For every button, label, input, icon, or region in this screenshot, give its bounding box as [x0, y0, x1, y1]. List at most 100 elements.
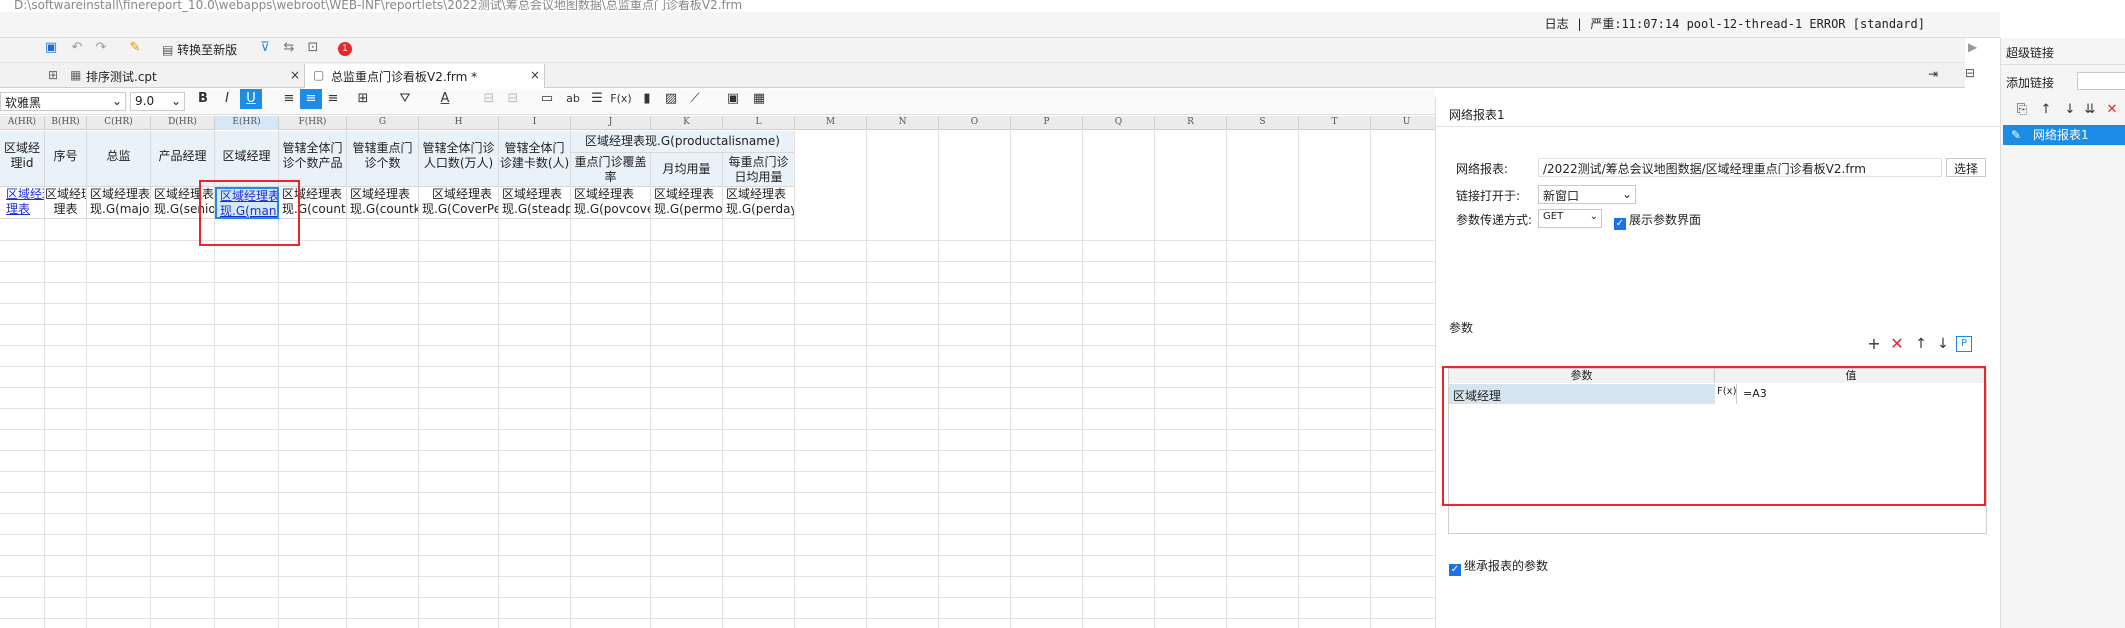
header-cell[interactable]: 序号: [45, 131, 87, 187]
header-cell[interactable]: 区域经理: [215, 131, 279, 187]
align-left-icon[interactable]: ≡: [278, 89, 300, 109]
close-icon[interactable]: ×: [290, 68, 300, 82]
column-header[interactable]: N: [867, 116, 939, 130]
preview-icon[interactable]: ⊡: [302, 38, 324, 58]
column-header[interactable]: B(HR): [45, 116, 87, 130]
data-cell[interactable]: 区域经理表理表: [45, 187, 87, 219]
merge-icon[interactable]: ⊟: [478, 89, 500, 109]
font-color-icon[interactable]: A: [434, 89, 456, 109]
list-icon[interactable]: ☰: [586, 89, 608, 109]
tab-menu-icon[interactable]: ⇥: [1928, 67, 1938, 81]
underline-icon[interactable]: U: [240, 89, 262, 109]
move-up-icon[interactable]: ↑: [1910, 334, 1932, 354]
column-header[interactable]: A(HR): [0, 116, 45, 130]
header-cell[interactable]: 总监: [87, 131, 151, 187]
close-icon[interactable]: ×: [530, 68, 540, 82]
column-header[interactable]: P: [1011, 116, 1083, 130]
data-cell[interactable]: 区域经理表 现.G(perday: [723, 187, 795, 219]
delete-icon[interactable]: ✕: [2101, 100, 2123, 120]
font-name-select[interactable]: 软雅黑 ⌄: [0, 92, 126, 111]
header-cell[interactable]: 每重点门诊日均用量: [723, 153, 795, 187]
tab-dashboard[interactable]: ▢ 总监重点门诊看板V2.frm * ×: [305, 64, 545, 88]
column-header[interactable]: L: [723, 116, 795, 130]
image-icon[interactable]: ▨: [660, 89, 682, 109]
column-header[interactable]: G: [347, 116, 419, 130]
slash-icon[interactable]: ⟋: [684, 89, 706, 109]
inherit-params-checkbox[interactable]: ✓ 继承报表的参数: [1449, 557, 1548, 576]
sort-icon[interactable]: ⇊: [2079, 100, 2101, 120]
param-icon[interactable]: P: [1956, 336, 1972, 352]
column-header[interactable]: J: [571, 116, 651, 130]
formula-icon[interactable]: F(x): [610, 89, 632, 109]
border-icon[interactable]: ⊞: [352, 89, 374, 109]
redo-icon[interactable]: ↷: [90, 38, 112, 58]
chart-icon[interactable]: ▮: [636, 89, 658, 109]
move-down-icon[interactable]: ↓: [1932, 334, 1954, 354]
text-icon[interactable]: ab: [562, 89, 584, 109]
header-cell[interactable]: 区域经理id: [0, 131, 45, 187]
header-cell[interactable]: 月均用量: [651, 153, 723, 187]
column-header[interactable]: O: [939, 116, 1011, 130]
column-header[interactable]: S: [1227, 116, 1299, 130]
spreadsheet[interactable]: A(HR) B(HR) C(HR) D(HR) E(HR) F(HR) G H …: [0, 116, 1435, 628]
copy-icon[interactable]: ⎘: [2011, 100, 2033, 120]
show-params-checkbox[interactable]: ✓ 展示参数界面: [1614, 211, 1701, 230]
column-header[interactable]: H: [419, 116, 499, 130]
column-header[interactable]: I: [499, 116, 571, 130]
layout-icon[interactable]: ⊟: [1965, 66, 1975, 80]
italic-icon[interactable]: I: [216, 89, 238, 109]
add-icon[interactable]: +: [1863, 334, 1885, 354]
column-header[interactable]: T: [1299, 116, 1371, 130]
insert-row-icon[interactable]: ▭: [536, 89, 558, 109]
save-icon[interactable]: ▣: [40, 38, 62, 58]
data-cell[interactable]: 区域经理表 现.G(povcove: [571, 187, 651, 219]
select-button[interactable]: 选择: [1946, 158, 1986, 177]
filter-icon[interactable]: ⊽: [254, 38, 276, 58]
add-link-select[interactable]: [2077, 72, 2125, 90]
fill-color-icon[interactable]: ⛛: [394, 89, 416, 109]
column-header[interactable]: K: [651, 116, 723, 130]
open-select[interactable]: 新窗口 ⌄: [1538, 185, 1636, 204]
column-header[interactable]: Q: [1083, 116, 1155, 130]
bold-icon[interactable]: B: [192, 89, 214, 109]
font-size-select[interactable]: 9.0 ⌄: [130, 92, 185, 111]
align-center-icon[interactable]: ≡: [300, 89, 322, 109]
report-path-field[interactable]: /2022测试/筹总会议地图数据/区域经理重点门诊看板V2.frm: [1538, 158, 1942, 177]
header-cell[interactable]: 产品经理: [151, 131, 215, 187]
column-header[interactable]: D(HR): [151, 116, 215, 130]
convert-button[interactable]: ▤ 转换至新版: [162, 41, 237, 58]
header-cell[interactable]: 管辖重点门诊个数: [347, 131, 419, 187]
move-up-icon[interactable]: ↑: [2035, 100, 2057, 120]
data-cell[interactable]: 区域经理表理表: [0, 187, 45, 219]
table-grid-icon[interactable]: ▦: [748, 89, 770, 109]
expand-right-icon[interactable]: ▶: [1968, 40, 1977, 54]
notification-badge[interactable]: 1: [338, 42, 352, 56]
tab-sort-test[interactable]: ⊞ ▦ 排序测试.cpt ×: [40, 64, 305, 88]
align-right-icon[interactable]: ≡: [322, 89, 344, 109]
data-cell[interactable]: 区域经理表 现.G(countk: [347, 187, 419, 219]
header-cell[interactable]: 管辖全体门诊个数产品: [279, 131, 347, 187]
data-cell[interactable]: 区域经理表 现.G(CoverPe: [419, 187, 499, 219]
method-select[interactable]: GET ⌄: [1538, 209, 1602, 228]
split-icon[interactable]: ⊟: [502, 89, 524, 109]
format-painter-icon[interactable]: ✎: [124, 38, 146, 58]
column-header[interactable]: C(HR): [87, 116, 151, 130]
column-header[interactable]: E(HR): [215, 116, 279, 130]
sidebar-item-network-report[interactable]: ✎ 网络报表1: [2003, 125, 2125, 145]
data-cell[interactable]: 区域经理表 现.G(steadp: [499, 187, 571, 219]
data-cell[interactable]: 区域经理表 现.G(permo: [651, 187, 723, 219]
column-header[interactable]: F(HR): [279, 116, 347, 130]
column-header[interactable]: M: [795, 116, 867, 130]
header-cell-merged[interactable]: 区域经理表现.G(productalisname): [571, 131, 795, 153]
undo-icon[interactable]: ↶: [66, 38, 88, 58]
column-header[interactable]: U: [1371, 116, 1435, 130]
subreport-icon[interactable]: ▣: [722, 89, 744, 109]
move-down-icon[interactable]: ↓: [2059, 100, 2081, 120]
data-cell[interactable]: 区域经理表 现.G(major: [87, 187, 151, 219]
column-header[interactable]: R: [1155, 116, 1227, 130]
delete-icon[interactable]: ✕: [1886, 334, 1908, 354]
header-cell[interactable]: 管辖全体门诊建卡数(人): [499, 131, 571, 187]
header-cell[interactable]: 管辖全体门诊人口数(万人): [419, 131, 499, 187]
sync-icon[interactable]: ⇆: [278, 38, 300, 58]
header-cell[interactable]: 重点门诊覆盖率: [571, 153, 651, 187]
